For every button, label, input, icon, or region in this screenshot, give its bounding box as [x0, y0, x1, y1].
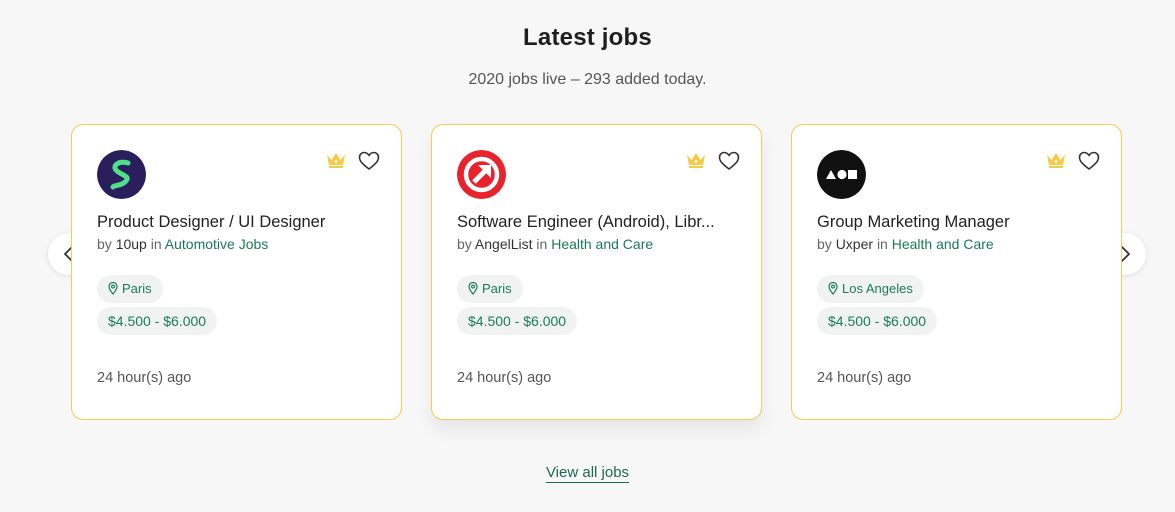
salary-pill: $4.500 - $6.000: [457, 307, 578, 335]
section-subtitle: 2020 jobs live – 293 added today.: [468, 71, 707, 88]
view-all-container: View all jobs: [0, 464, 1175, 483]
heart-icon[interactable]: [718, 151, 740, 171]
job-card[interactable]: Product Designer / UI Designer by 10up i…: [71, 124, 402, 420]
job-title[interactable]: Software Engineer (Android), Libr...: [457, 213, 742, 232]
job-meta: by 10up in Automotive Jobs: [97, 236, 387, 252]
location-pill: Paris: [457, 275, 523, 303]
map-pin-icon: [828, 281, 838, 295]
company-name: AngelList: [474, 236, 533, 252]
by-label: by: [817, 236, 832, 252]
job-meta: by AngelList in Health and Care: [457, 236, 747, 252]
job-title[interactable]: Product Designer / UI Designer: [97, 213, 382, 232]
location-pill: Paris: [97, 275, 163, 303]
by-label: by: [457, 236, 472, 252]
job-title[interactable]: Group Marketing Manager: [817, 213, 1102, 232]
category-link[interactable]: Health and Care: [551, 236, 653, 252]
in-label: in: [536, 236, 548, 252]
crown-icon: [1047, 153, 1065, 168]
posted-time: 24 hour(s) ago: [817, 370, 912, 386]
posted-time: 24 hour(s) ago: [457, 370, 552, 386]
company-logo: [457, 150, 506, 199]
view-all-jobs-link[interactable]: View all jobs: [545, 464, 630, 483]
location-text: Los Angeles: [842, 281, 913, 296]
salary-pill: $4.500 - $6.000: [817, 307, 938, 335]
category-link[interactable]: Automotive Jobs: [165, 236, 269, 252]
salary-pill: $4.500 - $6.000: [97, 307, 218, 335]
company-name: 10up: [115, 236, 147, 252]
in-label: in: [150, 236, 162, 252]
category-link[interactable]: Health and Care: [892, 236, 994, 252]
company-logo: [817, 150, 866, 199]
arrow-logo-icon: [457, 150, 506, 199]
location-text: Paris: [122, 281, 152, 296]
by-label: by: [97, 236, 112, 252]
in-label: in: [876, 236, 888, 252]
map-pin-icon: [468, 281, 478, 295]
jobs-carousel: Product Designer / UI Designer by 10up i…: [71, 124, 1124, 422]
heart-icon[interactable]: [358, 151, 380, 171]
shapes-logo-icon: [817, 150, 866, 199]
location-text: Paris: [482, 281, 512, 296]
crown-icon: [327, 153, 345, 168]
crown-icon: [687, 153, 705, 168]
job-card[interactable]: Group Marketing Manager by Uxper in Heal…: [791, 124, 1122, 420]
job-card[interactable]: Software Engineer (Android), Libr... by …: [431, 124, 762, 420]
company-name: Uxper: [835, 236, 874, 252]
job-meta: by Uxper in Health and Care: [817, 236, 1107, 252]
map-pin-icon: [108, 281, 118, 295]
section-title: Latest jobs: [523, 24, 652, 51]
squiggle-logo-icon: [97, 150, 146, 199]
location-pill: Los Angeles: [817, 275, 924, 303]
company-logo: [97, 150, 146, 199]
heart-icon[interactable]: [1078, 151, 1100, 171]
posted-time: 24 hour(s) ago: [97, 370, 192, 386]
